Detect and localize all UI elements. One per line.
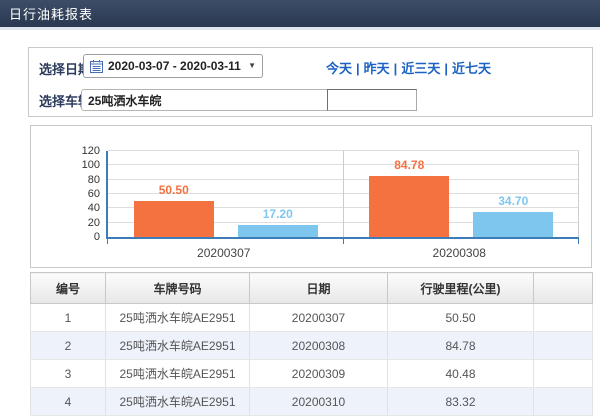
page-title: 日行油耗报表 bbox=[0, 4, 93, 23]
table-row[interactable]: 125吨洒水车皖AE29512020030750.50 bbox=[31, 304, 593, 332]
table-cell: 20200310 bbox=[250, 388, 388, 416]
table-header-cell: 日期 bbox=[250, 273, 388, 304]
table-header-cell: 行驶里程(公里) bbox=[388, 273, 534, 304]
link-separator: | bbox=[394, 61, 398, 76]
table-cell-empty bbox=[534, 304, 593, 332]
bar-group-20200307: 50.50 17.20 bbox=[108, 151, 344, 237]
x-axis-label: 20200307 bbox=[106, 246, 342, 260]
y-axis-tick-label: 80 bbox=[64, 174, 100, 186]
table-cell-empty bbox=[534, 388, 593, 416]
bar[interactable]: 17.20 bbox=[238, 225, 318, 237]
bar[interactable]: 34.70 bbox=[473, 212, 553, 237]
table-cell: 25吨洒水车皖AE2951 bbox=[106, 332, 250, 360]
table-cell: 20200308 bbox=[250, 332, 388, 360]
table-body: 125吨洒水车皖AE29512020030750.50225吨洒水车皖AE295… bbox=[31, 304, 593, 416]
search-input[interactable] bbox=[327, 89, 417, 111]
quick-date-links: 今天|昨天|近三天|近七天 bbox=[326, 58, 491, 77]
calendar-icon bbox=[90, 60, 103, 73]
table-cell: 40.48 bbox=[388, 360, 534, 388]
table-cell: 20200307 bbox=[250, 304, 388, 332]
x-axis-label: 20200308 bbox=[342, 246, 578, 260]
table-row[interactable]: 325吨洒水车皖AE29512020030940.48 bbox=[31, 360, 593, 388]
y-axis-tick-label: 40 bbox=[64, 202, 100, 214]
x-axis-tick bbox=[578, 239, 579, 244]
table-cell: 83.32 bbox=[388, 388, 534, 416]
table-cell: 4 bbox=[31, 388, 106, 416]
date-range-select[interactable]: 2020-03-07 - 2020-03-11 ▼ bbox=[83, 54, 263, 78]
date-range-value: 2020-03-07 - 2020-03-11 bbox=[108, 59, 241, 73]
y-axis-tick-label: 100 bbox=[64, 159, 100, 171]
quick-link-0[interactable]: 今天 bbox=[326, 61, 352, 76]
table-cell: 3 bbox=[31, 360, 106, 388]
link-separator: | bbox=[356, 61, 360, 76]
table-header-cell: 车牌号码 bbox=[106, 273, 250, 304]
y-axis-tick-label: 60 bbox=[64, 188, 100, 200]
table-cell: 84.78 bbox=[388, 332, 534, 360]
table-header-row: 编号车牌号码日期行驶里程(公里) bbox=[31, 273, 593, 304]
link-separator: | bbox=[444, 61, 448, 76]
table-cell-empty bbox=[534, 332, 593, 360]
y-axis-tick-label: 0 bbox=[64, 231, 100, 243]
table-header-cell-empty bbox=[534, 273, 593, 304]
x-axis-tick bbox=[343, 239, 344, 244]
chart-plot-area: 50.50 17.20 84.78 34.70 bbox=[106, 151, 579, 239]
table-header-cell: 编号 bbox=[31, 273, 106, 304]
bar[interactable]: 50.50 bbox=[134, 201, 214, 237]
table-cell: 50.50 bbox=[388, 304, 534, 332]
data-table: 编号车牌号码日期行驶里程(公里) 125吨洒水车皖AE2951202003075… bbox=[30, 272, 593, 416]
bar-value-label: 50.50 bbox=[159, 183, 189, 197]
table-cell-empty bbox=[534, 360, 593, 388]
vehicle-input[interactable] bbox=[81, 89, 331, 111]
app-window: 日行油耗报表 选择日期 2020-03-07 - 2020-03-11 ▼ 今天… bbox=[0, 0, 600, 400]
filter-panel: 选择日期 2020-03-07 - 2020-03-11 ▼ 今天|昨天|近三天… bbox=[28, 47, 593, 117]
table-cell: 1 bbox=[31, 304, 106, 332]
bar-value-label: 34.70 bbox=[498, 194, 528, 208]
x-axis-tick bbox=[107, 239, 108, 244]
quick-link-1[interactable]: 昨天 bbox=[364, 61, 390, 76]
chart-panel: 50.50 17.20 84.78 34.70 0 20 40 60 80 100 120 20200… bbox=[30, 125, 592, 268]
bar-value-label: 17.20 bbox=[263, 207, 293, 221]
y-axis-tick-label: 20 bbox=[64, 217, 100, 229]
table-cell: 20200309 bbox=[250, 360, 388, 388]
table-cell: 2 bbox=[31, 332, 106, 360]
bar-chart: 50.50 17.20 84.78 34.70 0 20 40 60 80 100 120 20200… bbox=[31, 126, 591, 267]
app-header: 日行油耗报表 bbox=[0, 0, 600, 30]
table-row[interactable]: 225吨洒水车皖AE29512020030884.78 bbox=[31, 332, 593, 360]
quick-link-2[interactable]: 近三天 bbox=[401, 61, 440, 76]
bar-group-20200308: 84.78 34.70 bbox=[344, 151, 580, 237]
table-cell: 25吨洒水车皖AE2951 bbox=[106, 388, 250, 416]
quick-link-3[interactable]: 近七天 bbox=[452, 61, 491, 76]
table-cell: 25吨洒水车皖AE2951 bbox=[106, 360, 250, 388]
y-axis-tick-label: 120 bbox=[64, 145, 100, 157]
chevron-down-icon: ▼ bbox=[248, 62, 256, 70]
bar-value-label: 84.78 bbox=[394, 158, 424, 172]
table-row[interactable]: 425吨洒水车皖AE29512020031083.32 bbox=[31, 388, 593, 416]
table-cell: 25吨洒水车皖AE2951 bbox=[106, 304, 250, 332]
bar[interactable]: 84.78 bbox=[369, 176, 449, 237]
